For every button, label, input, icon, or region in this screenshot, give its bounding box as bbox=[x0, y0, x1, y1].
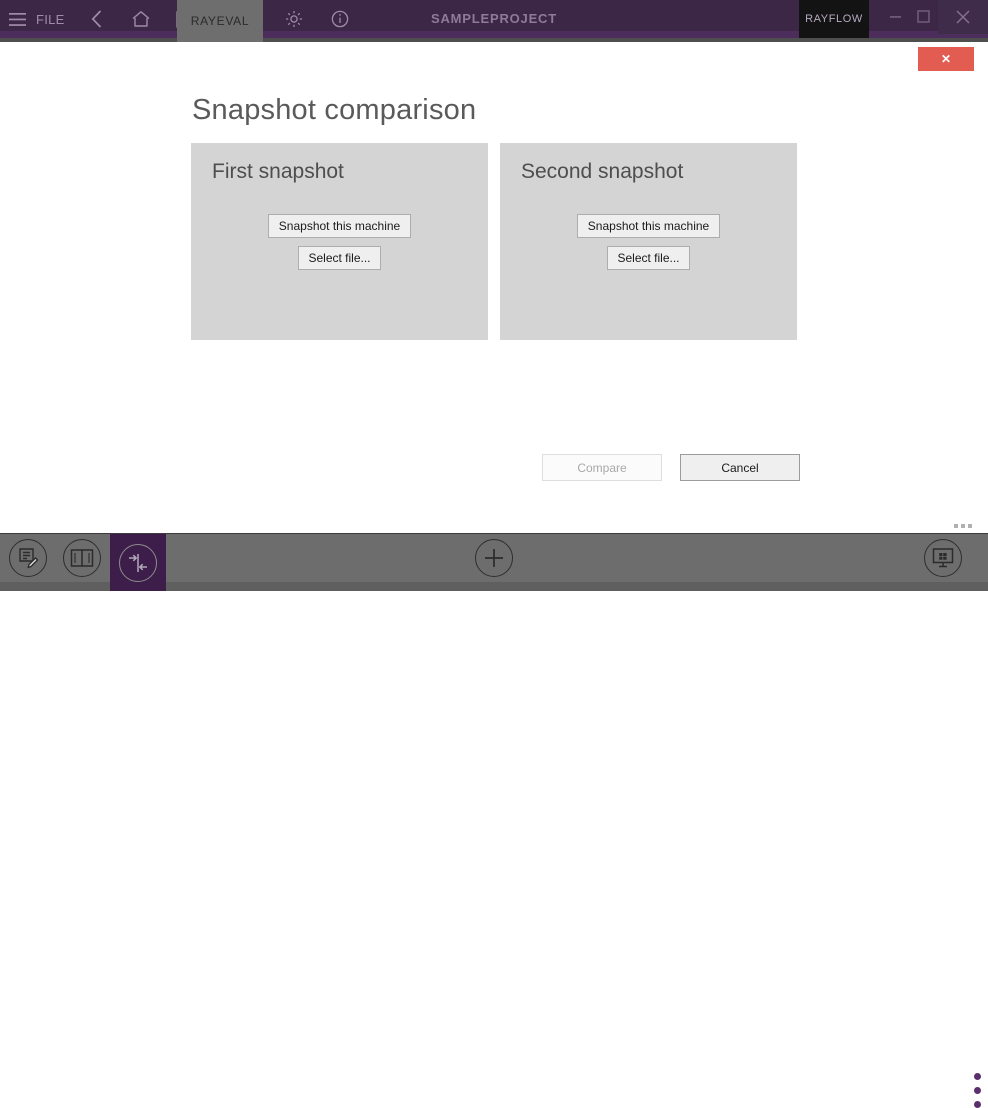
compare-button[interactable]: Compare bbox=[542, 454, 662, 481]
window-minimize-button[interactable] bbox=[880, 0, 910, 32]
first-snapshot-select-file-button[interactable]: Select file... bbox=[298, 246, 381, 270]
first-snapshot-this-machine-button[interactable]: Snapshot this machine bbox=[268, 214, 411, 238]
first-snapshot-title: First snapshot bbox=[212, 160, 344, 183]
toolbar-add-button[interactable] bbox=[466, 534, 522, 582]
cancel-button[interactable]: Cancel bbox=[680, 454, 800, 481]
second-snapshot-buttons: Snapshot this machine Select file... bbox=[500, 214, 797, 270]
plus-icon bbox=[475, 539, 513, 577]
chevron-left-icon[interactable] bbox=[75, 0, 119, 38]
toolbar-item-compare[interactable] bbox=[110, 534, 166, 591]
page-title: Snapshot comparison bbox=[192, 94, 477, 126]
second-snapshot-select-file-button[interactable]: Select file... bbox=[607, 246, 690, 270]
vertical-dots-icon[interactable] bbox=[974, 1073, 981, 1108]
windows-monitor-icon bbox=[924, 539, 962, 577]
main-content: Snapshot comparison First snapshot Snaps… bbox=[0, 42, 988, 526]
application-window: FILE SAMPLEPROJECT RAYEVAL RAYFLOW ✕ Sna… bbox=[0, 0, 988, 1108]
dialog-actions: Compare Cancel bbox=[542, 454, 800, 481]
content-overflow-dots-icon[interactable] bbox=[954, 524, 972, 528]
dialog-close-button[interactable]: ✕ bbox=[918, 47, 974, 71]
first-snapshot-panel: First snapshot Snapshot this machine Sel… bbox=[191, 143, 488, 340]
title-bar-left-controls: FILE bbox=[0, 0, 207, 38]
file-menu-button[interactable]: FILE bbox=[34, 0, 75, 38]
toolbar-item-document-edit[interactable] bbox=[0, 534, 56, 582]
snapshot-panels: First snapshot Snapshot this machine Sel… bbox=[191, 143, 797, 340]
hamburger-icon[interactable] bbox=[0, 0, 34, 38]
window-close-button[interactable] bbox=[938, 0, 988, 34]
first-snapshot-buttons: Snapshot this machine Select file... bbox=[191, 214, 488, 270]
bottom-toolbar bbox=[0, 533, 988, 1108]
split-view-icon bbox=[63, 539, 101, 577]
title-bar: FILE SAMPLEPROJECT RAYEVAL RAYFLOW bbox=[0, 0, 988, 42]
rayflow-button[interactable]: RAYFLOW bbox=[799, 0, 869, 38]
second-snapshot-title: Second snapshot bbox=[521, 160, 684, 183]
second-snapshot-panel: Second snapshot Snapshot this machine Se… bbox=[500, 143, 797, 340]
second-snapshot-this-machine-button[interactable]: Snapshot this machine bbox=[577, 214, 720, 238]
tab-rayeval[interactable]: RAYEVAL bbox=[177, 0, 263, 42]
home-icon[interactable] bbox=[119, 0, 163, 38]
toolbar-item-split-view[interactable] bbox=[54, 534, 110, 582]
compare-arrows-icon bbox=[119, 543, 157, 582]
toolbar-item-monitor[interactable] bbox=[915, 534, 971, 582]
document-edit-icon bbox=[9, 539, 47, 577]
window-maximize-button[interactable] bbox=[908, 0, 938, 32]
